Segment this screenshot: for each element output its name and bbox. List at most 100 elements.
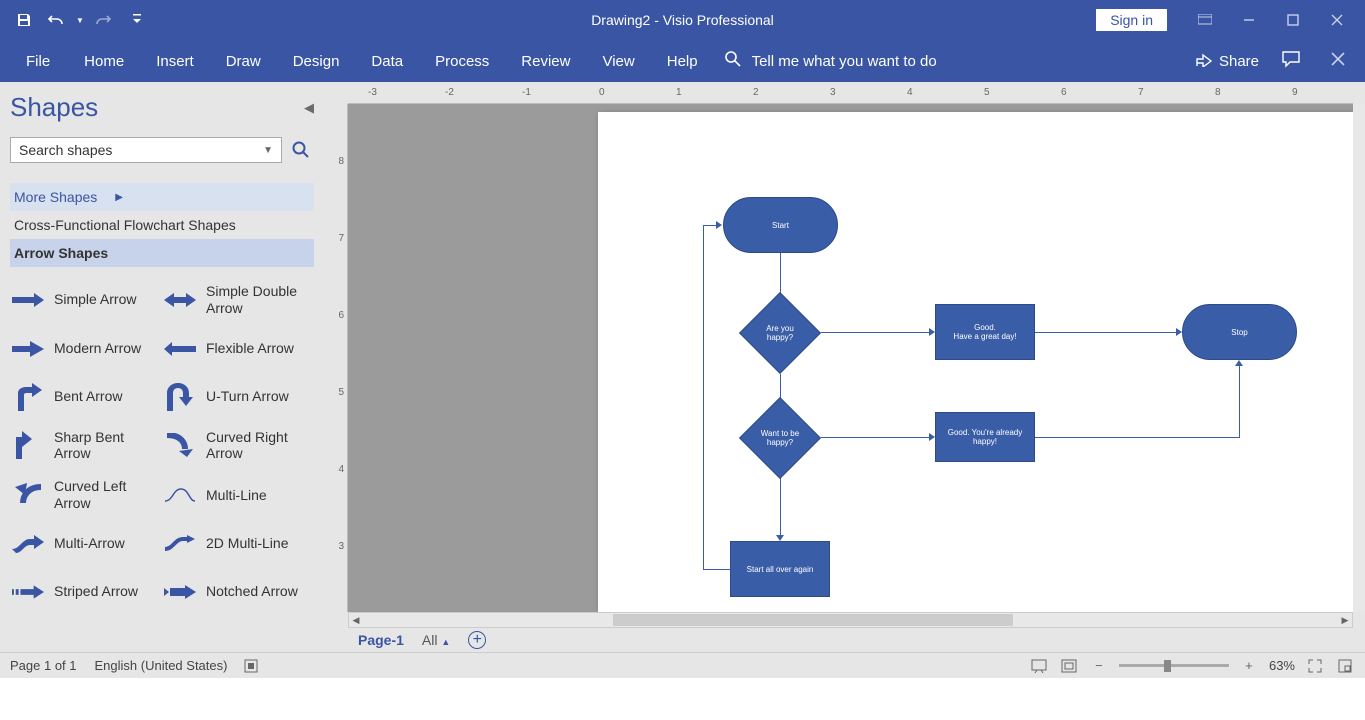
search-dropdown-icon[interactable]: ▼: [263, 145, 273, 156]
drawing-page[interactable]: Start Are you happy? Good. Have a great …: [598, 112, 1353, 612]
tab-process[interactable]: Process: [419, 43, 505, 80]
vertical-ruler: 8 7 6 5 4 3: [324, 104, 348, 612]
scroll-right-icon[interactable]: ▶: [1338, 613, 1352, 627]
connector: [1035, 437, 1240, 438]
share-button[interactable]: Share: [1195, 51, 1259, 71]
tellme-search[interactable]: Tell me what you want to do: [724, 50, 937, 72]
language-indicator[interactable]: English (United States): [95, 658, 228, 673]
search-button[interactable]: [288, 137, 314, 163]
connector: [703, 225, 704, 570]
zoom-in-icon[interactable]: +: [1239, 656, 1259, 676]
add-page-button[interactable]: +: [468, 631, 486, 649]
redo-icon[interactable]: [90, 6, 118, 34]
shape-striped-arrow[interactable]: Striped Arrow: [10, 568, 162, 616]
double-arrow-icon: [164, 288, 196, 312]
flowchart-process-good[interactable]: Good. Have a great day!: [935, 304, 1035, 360]
maximize-icon[interactable]: [1273, 0, 1313, 40]
zoom-slider-thumb[interactable]: [1164, 660, 1171, 672]
main-area: Shapes ◀ Search shapes ▼ More Shapes ▶ C…: [0, 82, 1365, 652]
tab-insert[interactable]: Insert: [140, 43, 210, 80]
shape-multi-arrow[interactable]: Multi-Arrow: [10, 520, 162, 568]
flowchart-decision-want[interactable]: Want to be happy?: [739, 397, 821, 479]
macro-recorder-icon[interactable]: [241, 656, 261, 676]
zoom-slider[interactable]: [1119, 664, 1229, 667]
fit-page-icon[interactable]: [1059, 656, 1079, 676]
page-indicator: Page 1 of 1: [10, 658, 77, 673]
flowchart-decision-happy[interactable]: Are you happy?: [739, 292, 821, 374]
modern-arrow-icon: [12, 337, 44, 361]
scrollbar-thumb[interactable]: [613, 614, 1013, 626]
sharp-bent-icon: [12, 433, 44, 457]
shape-bent-arrow[interactable]: Bent Arrow: [10, 373, 162, 421]
more-shapes-label: More Shapes: [14, 189, 97, 205]
quick-access-toolbar: ▼: [0, 6, 144, 34]
connector: [703, 569, 730, 570]
tab-draw[interactable]: Draw: [210, 43, 277, 80]
close-pane-icon[interactable]: [1331, 52, 1345, 71]
tab-view[interactable]: View: [586, 43, 650, 80]
shape-uturn-arrow[interactable]: U-Turn Arrow: [162, 373, 314, 421]
zoom-out-icon[interactable]: −: [1089, 656, 1109, 676]
collapse-panel-icon[interactable]: ◀: [304, 100, 314, 116]
shapes-title: Shapes: [10, 92, 98, 123]
tellme-label: Tell me what you want to do: [752, 53, 937, 70]
curved-right-icon: [164, 433, 196, 457]
shape-simple-arrow[interactable]: Simple Arrow: [10, 275, 162, 325]
shape-multi-line[interactable]: Multi-Line: [162, 470, 314, 520]
shape-notched-arrow[interactable]: Notched Arrow: [162, 568, 314, 616]
comments-icon[interactable]: [1281, 50, 1301, 73]
tab-page-1[interactable]: Page-1: [358, 632, 404, 648]
shape-modern-arrow[interactable]: Modern Arrow: [10, 325, 162, 373]
tab-help[interactable]: Help: [651, 43, 714, 80]
undo-icon[interactable]: [42, 6, 70, 34]
category-more-shapes[interactable]: More Shapes ▶: [10, 183, 314, 211]
pan-zoom-icon[interactable]: [1335, 656, 1355, 676]
vertical-scrollbar[interactable]: [1353, 104, 1365, 612]
bent-arrow-icon: [12, 385, 44, 409]
tab-design[interactable]: Design: [277, 43, 356, 80]
fit-window-icon[interactable]: [1305, 656, 1325, 676]
close-icon[interactable]: [1317, 0, 1357, 40]
arrowhead-icon: [1235, 360, 1243, 366]
tab-all-pages[interactable]: All ▲: [422, 632, 450, 648]
tab-file[interactable]: File: [8, 43, 68, 80]
shape-simple-double-arrow[interactable]: Simple Double Arrow: [162, 275, 314, 325]
canvas-viewport[interactable]: Start Are you happy? Good. Have a great …: [348, 104, 1353, 612]
flowchart-process-restart[interactable]: Start all over again: [730, 541, 830, 597]
scroll-left-icon[interactable]: ◀: [349, 613, 363, 627]
shape-curved-right-arrow[interactable]: Curved Right Arrow: [162, 421, 314, 471]
shape-flexible-arrow[interactable]: Flexible Arrow: [162, 325, 314, 373]
shape-curved-left-arrow[interactable]: Curved Left Arrow: [10, 470, 162, 520]
flowchart-start[interactable]: Start: [723, 197, 838, 253]
shape-2d-multi-line[interactable]: 2D Multi-Line: [162, 520, 314, 568]
2d-multi-line-icon: [164, 532, 196, 556]
share-icon: [1195, 51, 1213, 71]
undo-dropdown-icon[interactable]: ▼: [74, 6, 86, 34]
category-arrow-shapes[interactable]: Arrow Shapes: [10, 239, 314, 267]
share-label: Share: [1219, 53, 1259, 70]
shape-sharp-bent-arrow[interactable]: Sharp Bent Arrow: [10, 421, 162, 471]
connector: [1035, 332, 1178, 333]
flowchart-stop[interactable]: Stop: [1182, 304, 1297, 360]
ribbon-display-icon[interactable]: [1185, 0, 1225, 40]
qat-customize-icon[interactable]: [130, 6, 144, 34]
multi-arrow-icon: [12, 532, 44, 556]
ribbon-right: Share: [1195, 50, 1365, 73]
tab-data[interactable]: Data: [355, 43, 419, 80]
titlebar-right: Sign in: [1096, 0, 1365, 40]
tab-home[interactable]: Home: [68, 43, 140, 80]
simple-arrow-icon: [12, 288, 44, 312]
search-placeholder: Search shapes: [19, 142, 112, 158]
minimize-icon[interactable]: [1229, 0, 1269, 40]
zoom-level[interactable]: 63%: [1269, 658, 1295, 673]
search-shapes-input[interactable]: Search shapes ▼: [10, 137, 282, 163]
signin-button[interactable]: Sign in: [1096, 9, 1167, 31]
presentation-mode-icon[interactable]: [1029, 656, 1049, 676]
flowchart-process-already[interactable]: Good. You're already happy!: [935, 412, 1035, 462]
category-cross-functional[interactable]: Cross-Functional Flowchart Shapes: [10, 211, 314, 239]
flexible-arrow-icon: [164, 337, 196, 361]
tab-review[interactable]: Review: [505, 43, 586, 80]
save-icon[interactable]: [10, 6, 38, 34]
horizontal-scrollbar[interactable]: ◀ ▶: [348, 612, 1353, 628]
multi-line-icon: [164, 483, 196, 507]
